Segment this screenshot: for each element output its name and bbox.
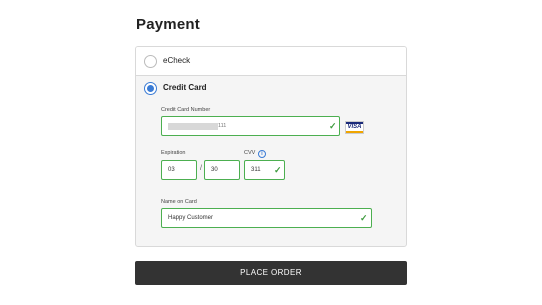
- page-title: Payment: [136, 16, 200, 33]
- credit-card-label: Credit Card: [163, 83, 207, 92]
- card-number-label: Credit Card Number: [161, 107, 211, 113]
- info-icon[interactable]: i: [258, 150, 266, 158]
- place-order-button[interactable]: PLACE ORDER: [135, 261, 407, 285]
- visa-icon: VISA: [345, 121, 364, 134]
- cvv-input[interactable]: 311 ✓: [244, 160, 285, 180]
- exp-separator: /: [200, 165, 202, 172]
- check-icon: ✓: [329, 121, 337, 131]
- credit-card-radio[interactable]: [144, 82, 157, 95]
- check-icon: ✓: [360, 213, 368, 223]
- cvv-label: CVV: [244, 150, 256, 156]
- card-number-suffix: 111: [218, 123, 227, 129]
- exp-year-value: 30: [211, 167, 218, 173]
- check-icon: ✓: [274, 165, 282, 175]
- name-on-card-value: Happy Customer: [168, 215, 214, 221]
- exp-month-value: 03: [168, 167, 175, 173]
- echeck-radio[interactable]: [144, 55, 157, 68]
- exp-month-input[interactable]: 03: [161, 160, 197, 180]
- card-brand: VISA: [347, 124, 362, 130]
- echeck-label: eCheck: [163, 56, 191, 65]
- credit-card-option[interactable]: Credit Card: [136, 77, 406, 99]
- expiration-label: Expiration: [161, 150, 186, 156]
- card-number-input[interactable]: 111 ✓: [161, 116, 340, 136]
- masked-card-digits: [168, 123, 218, 130]
- name-on-card-label: Name on Card: [161, 199, 197, 205]
- echeck-option[interactable]: eCheck: [136, 47, 406, 76]
- name-on-card-input[interactable]: Happy Customer ✓: [161, 208, 372, 228]
- cvv-value: 311: [251, 167, 261, 173]
- exp-year-input[interactable]: 30: [204, 160, 240, 180]
